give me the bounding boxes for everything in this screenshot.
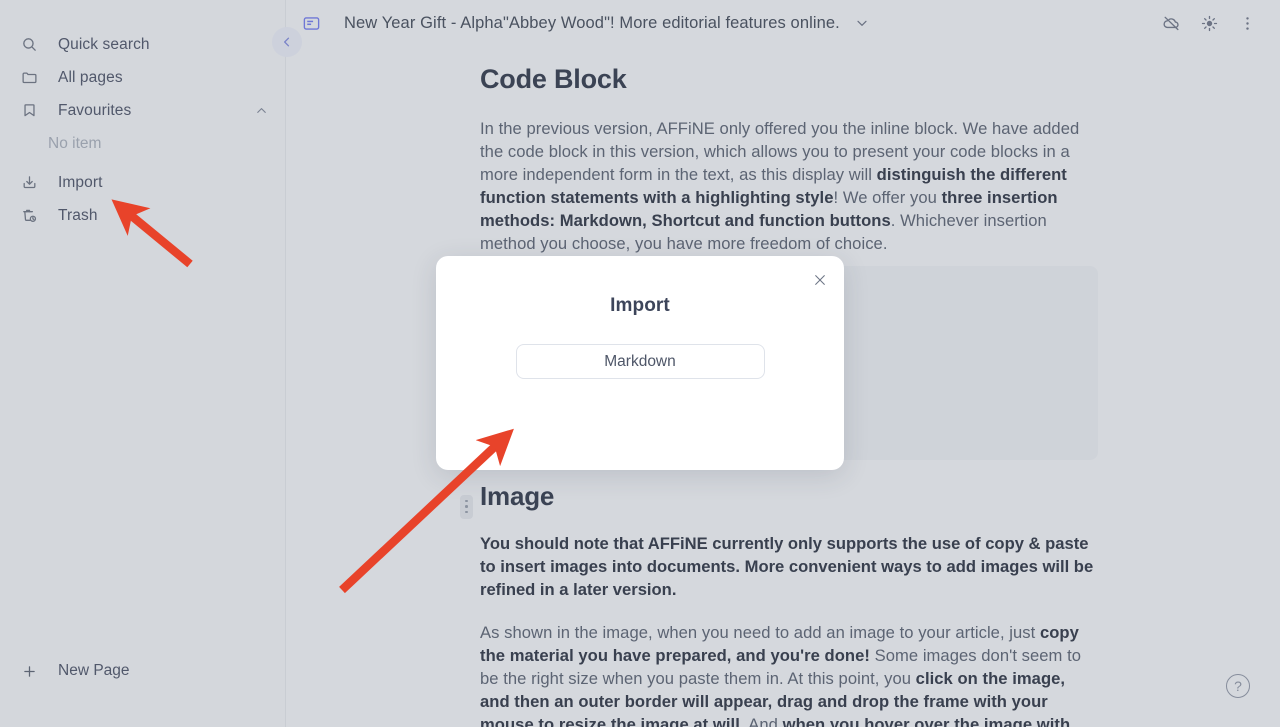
trash-clock-icon	[18, 205, 40, 227]
search-icon	[18, 34, 40, 56]
sidebar-item-label: All pages	[58, 68, 123, 86]
sidebar-item-label: Quick search	[58, 35, 150, 53]
image-heading-row: Image	[460, 481, 1098, 532]
plus-icon	[18, 663, 40, 680]
heading-code-block: Code Block	[480, 64, 627, 94]
drag-handle-icon[interactable]	[460, 494, 473, 519]
img-text-3: . And	[739, 715, 783, 727]
sidebar-item-import[interactable]: Import	[0, 166, 285, 199]
import-markdown-button[interactable]: Markdown	[515, 344, 765, 379]
image-bold-paragraph: You should note that AFFiNE currently on…	[480, 534, 1094, 599]
sidebar-nav: Quick search All pages Favourites No ite…	[0, 0, 285, 232]
sidebar-item-trash[interactable]: Trash	[0, 199, 285, 232]
question-mark-icon: ?	[1234, 678, 1242, 694]
img-text-1: As shown in the image, when you need to …	[480, 623, 1040, 642]
sidebar-item-all-pages[interactable]: All pages	[0, 61, 285, 94]
paragraph-code-block: In the previous version, AFFiNE only off…	[480, 117, 1098, 255]
sidebar-item-favourites[interactable]: Favourites	[0, 94, 285, 127]
brightness-icon[interactable]	[1198, 12, 1220, 34]
para-text-2: ! We offer you	[833, 188, 942, 207]
page-title[interactable]: New Year Gift - Alpha"Abbey Wood"! More …	[344, 14, 840, 33]
new-page-button[interactable]: New Page	[0, 655, 148, 687]
image-paragraph: As shown in the image, when you need to …	[480, 621, 1098, 727]
favourites-empty-label: No item	[48, 134, 102, 152]
heading-image: Image	[480, 481, 555, 511]
import-modal: Import Markdown	[436, 256, 844, 470]
modal-title: Import	[610, 295, 670, 316]
topbar: New Year Gift - Alpha"Abbey Wood"! More …	[286, 0, 1280, 46]
chevron-down-icon[interactable]	[854, 15, 870, 31]
sidebar-item-label: Favourites	[58, 101, 132, 119]
sidebar-item-quick-search[interactable]: Quick search	[0, 28, 285, 61]
topbar-actions	[1160, 12, 1258, 34]
cloud-off-icon[interactable]	[1160, 12, 1182, 34]
close-icon[interactable]	[807, 267, 833, 293]
help-button[interactable]: ?	[1226, 674, 1250, 698]
page-doc-icon	[300, 12, 322, 34]
sidebar-item-label: Import	[58, 173, 103, 191]
chevron-left-icon	[280, 35, 294, 49]
sidebar-collapse-button[interactable]	[272, 27, 302, 57]
app-root: Quick search All pages Favourites No ite…	[0, 0, 1280, 727]
sidebar: Quick search All pages Favourites No ite…	[0, 0, 286, 727]
sidebar-item-label: Trash	[58, 206, 98, 224]
chevron-up-icon[interactable]	[254, 103, 269, 118]
bookmark-icon	[18, 100, 40, 122]
import-icon	[18, 172, 40, 194]
new-page-label: New Page	[58, 662, 130, 679]
more-vertical-icon[interactable]	[1236, 12, 1258, 34]
folder-icon	[18, 67, 40, 89]
